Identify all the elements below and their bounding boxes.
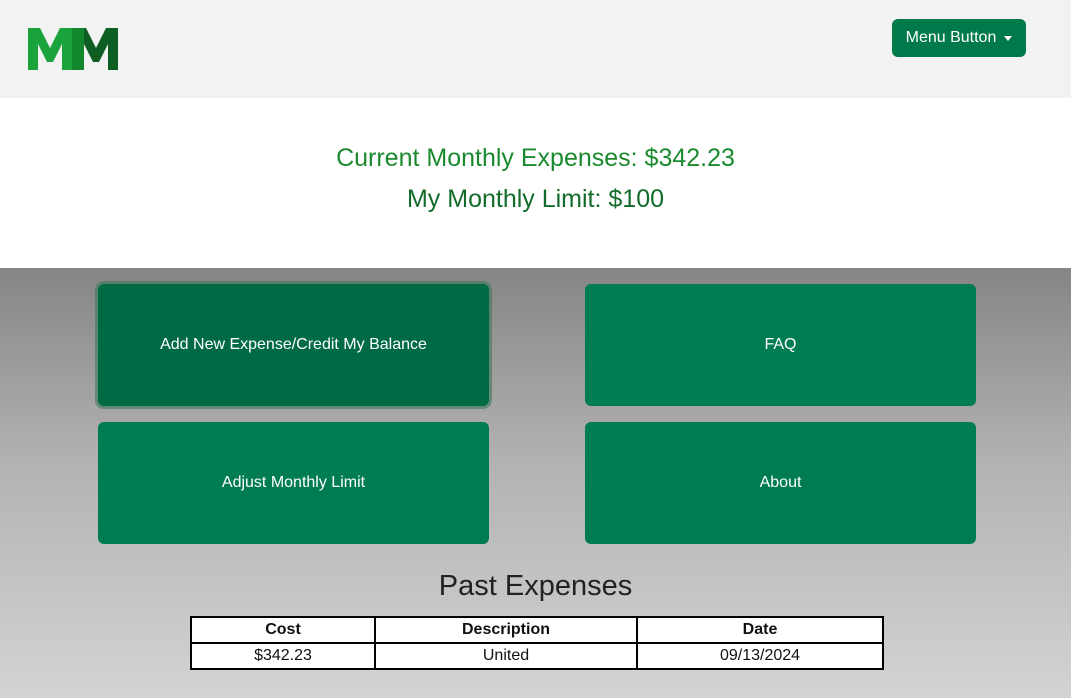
table-row: $342.23 United 09/13/2024 [190, 642, 884, 670]
past-expenses-table: Cost Description Date $342.23 United 09/… [190, 616, 884, 670]
mm-logo [28, 28, 118, 70]
about-button[interactable]: About [585, 422, 976, 544]
cell-date: 09/13/2024 [636, 642, 884, 670]
adjust-limit-button[interactable]: Adjust Monthly Limit [98, 422, 489, 544]
cell-description: United [374, 642, 638, 670]
column-header-description: Description [374, 616, 638, 644]
faq-button[interactable]: FAQ [585, 284, 976, 406]
current-expenses-text: Current Monthly Expenses: $342.23 [336, 144, 735, 172]
main-panel: Add New Expense/Credit My Balance FAQ Ad… [0, 268, 1071, 698]
cell-cost: $342.23 [190, 642, 376, 670]
column-header-date: Date [636, 616, 884, 644]
table-header-row: Cost Description Date [190, 616, 884, 644]
expense-summary: Current Monthly Expenses: $342.23 My Mon… [0, 98, 1071, 268]
menu-button-label: Menu Button [905, 29, 997, 46]
monthly-limit-text: My Monthly Limit: $100 [406, 185, 665, 213]
menu-button[interactable]: Menu Button [892, 19, 1026, 57]
add-expense-button[interactable]: Add New Expense/Credit My Balance [98, 284, 489, 406]
column-header-cost: Cost [190, 616, 376, 644]
navbar: Menu Button [0, 0, 1071, 98]
caret-down-icon [1004, 35, 1013, 41]
past-expenses-title: Past Expenses [438, 570, 633, 602]
